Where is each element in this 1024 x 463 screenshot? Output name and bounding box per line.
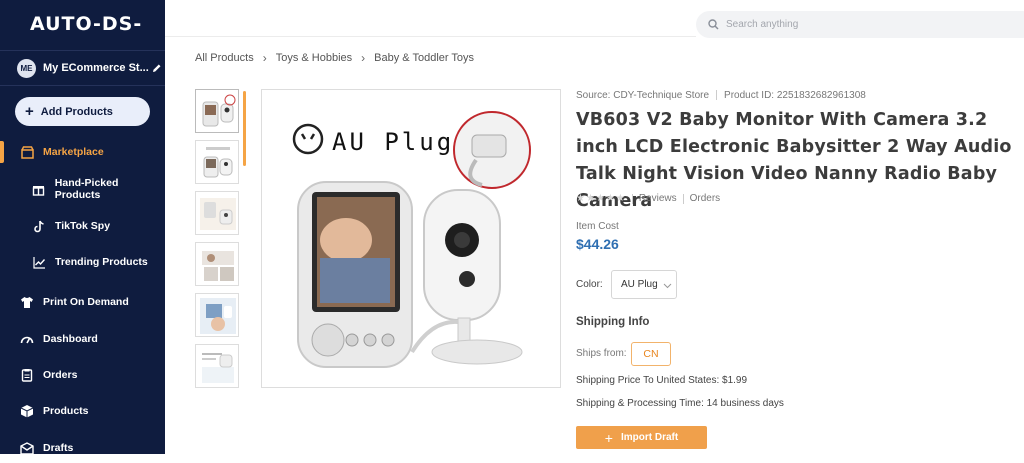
add-products-label: Add Products <box>40 105 113 118</box>
sidebar-item-dashboard[interactable]: Dashboard <box>0 324 165 354</box>
color-label: Color: <box>576 279 603 290</box>
sidebar-item-label: Products <box>43 405 89 417</box>
ships-from-option[interactable]: CN <box>631 342 671 366</box>
plus-icon: + <box>25 103 34 120</box>
chevron-right-icon: › <box>361 51 366 65</box>
image-caption: AU Plug <box>332 128 454 156</box>
thumbnail-scrollbar[interactable] <box>243 91 246 166</box>
breadcrumb-link-toys-hobbies[interactable]: Toys & Hobbies <box>276 52 352 64</box>
shipping-info-heading: Shipping Info <box>576 316 650 328</box>
box-icon <box>20 404 34 418</box>
sidebar-item-orders[interactable]: Orders <box>0 360 165 390</box>
sidebar-item-label: Hand-Picked Products <box>54 177 119 201</box>
import-draft-label: Import Draft <box>620 432 679 443</box>
reviews-link[interactable]: Reviews <box>639 193 677 204</box>
shipping-time: Shipping & Processing Time: 14 business … <box>576 398 784 409</box>
divider <box>716 90 718 101</box>
add-products-button[interactable]: + Add Products <box>15 97 150 126</box>
sidebar-item-label: Marketplace <box>43 146 104 158</box>
item-cost-label: Item Cost <box>576 221 619 232</box>
color-selected-value: AU Plug <box>621 279 658 290</box>
divider <box>631 193 633 204</box>
store-name: My ECommerce St... <box>43 62 149 74</box>
app-logo[interactable]: AUTO-DS- <box>30 13 142 35</box>
thumbnail[interactable] <box>195 191 239 235</box>
sidebar-item-label: Orders <box>43 369 78 381</box>
sidebar-item-label: Trending Products <box>55 256 148 268</box>
sidebar-item-tiktok-spy[interactable]: TikTok Spy <box>0 211 165 241</box>
sidebar-item-label: Dashboard <box>43 333 98 345</box>
shirt-icon <box>20 295 34 309</box>
gift-icon <box>32 182 46 196</box>
item-price: $44.26 <box>576 236 619 252</box>
import-draft-button[interactable]: + Import Draft <box>576 426 707 449</box>
color-dropdown[interactable]: AU Plug <box>611 270 677 299</box>
divider <box>682 193 684 204</box>
sidebar-item-products[interactable]: Products <box>0 396 165 426</box>
ships-from-label: Ships from: <box>576 348 627 359</box>
product-meta: Source: CDY-Technique Store Product ID: 2… <box>576 90 866 101</box>
sidebar-item-label: Drafts <box>43 442 74 454</box>
search-input[interactable] <box>726 19 976 30</box>
thumbnail[interactable] <box>195 293 239 337</box>
breadcrumb: All Products › Toys & Hobbies › Baby & T… <box>195 51 474 65</box>
plus-icon: + <box>604 429 613 446</box>
thumbnail[interactable] <box>195 242 239 286</box>
au-plug-icon <box>292 123 324 155</box>
tiktok-icon <box>32 219 46 233</box>
sidebar-item-trending-products[interactable]: Trending Products <box>0 247 165 277</box>
chevron-right-icon: › <box>262 51 267 65</box>
header-divider <box>165 36 696 37</box>
breadcrumb-link-all-products[interactable]: All Products <box>195 52 254 64</box>
sidebar-item-label: Print On Demand <box>43 296 129 308</box>
trending-icon <box>32 255 46 269</box>
breadcrumb-link-baby-toddler-toys[interactable]: Baby & Toddler Toys <box>374 52 474 64</box>
search-icon <box>708 19 719 30</box>
draft-icon <box>20 441 34 455</box>
product-id: Product ID: 2251832682961308 <box>724 90 866 101</box>
clipboard-icon <box>20 368 34 382</box>
sidebar-item-marketplace[interactable]: Marketplace <box>0 137 165 167</box>
rating-row: ★★★★★ Reviews Orders <box>576 193 720 204</box>
sidebar-item-print-on-demand[interactable]: Print On Demand <box>0 287 165 317</box>
gauge-icon <box>20 332 34 346</box>
sidebar-item-hand-picked-products[interactable]: Hand-Picked Products <box>0 174 165 204</box>
search-bar[interactable] <box>696 11 1024 38</box>
orders-link[interactable]: Orders <box>690 193 721 204</box>
thumbnail-strip[interactable] <box>195 89 249 389</box>
thumbnail[interactable] <box>195 140 239 184</box>
sidebar-item-label: TikTok Spy <box>55 220 111 232</box>
sidebar: AUTO-DS- ME My ECommerce St... + Add Pro… <box>0 0 165 455</box>
product-main-image[interactable]: AU Plug <box>261 89 561 388</box>
shipping-price: Shipping Price To United States: $1.99 <box>576 375 748 386</box>
star-rating-icon: ★★★★★ <box>576 193 626 204</box>
chevron-down-icon <box>663 283 672 289</box>
store-selector[interactable]: ME My ECommerce St... <box>0 50 165 86</box>
avatar: ME <box>17 58 36 78</box>
thumbnail[interactable] <box>195 344 239 388</box>
sidebar-item-drafts[interactable]: Drafts <box>0 433 165 463</box>
thumbnail[interactable] <box>195 89 239 133</box>
product-source[interactable]: Source: CDY-Technique Store <box>576 90 709 101</box>
pencil-icon[interactable] <box>152 63 162 73</box>
store-icon <box>20 145 34 159</box>
